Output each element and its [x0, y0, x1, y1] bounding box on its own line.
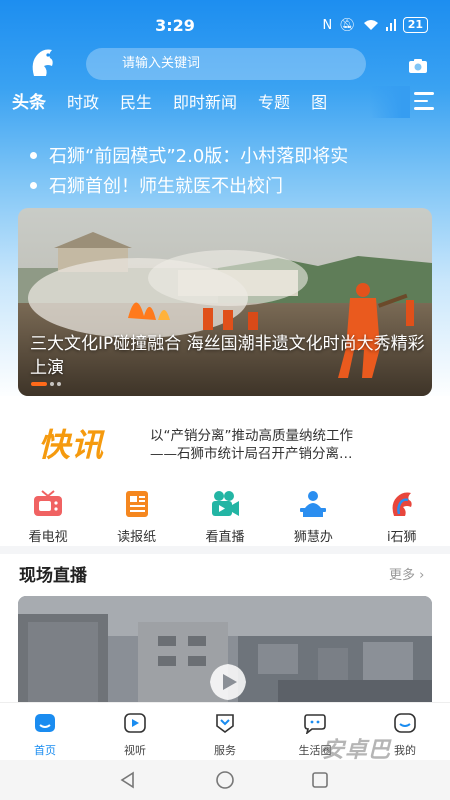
nav-label: 首页 [34, 744, 56, 757]
nav-home[interactable]: 首页 [0, 703, 90, 760]
more-link[interactable]: 更多 › [389, 564, 424, 583]
home-circle-icon[interactable] [215, 770, 235, 790]
section-divider [0, 546, 450, 554]
app-logo-icon[interactable] [26, 46, 60, 80]
category-tabs: 头条 时政 民生 即时新闻 专题 图 [12, 88, 348, 118]
quick-link-label: i石狮 [386, 530, 417, 545]
live-section-title: 现场直播 [19, 566, 87, 586]
nfc-icon: N [322, 17, 333, 33]
tab-pictures[interactable]: 图 [311, 88, 327, 118]
mute-icon: 🔕︎ [339, 17, 356, 33]
status-icons: N 🔕︎ 21 [322, 17, 428, 33]
tab-livelihood[interactable]: 民生 [120, 88, 152, 118]
tv-icon [34, 490, 63, 516]
tab-instant-news[interactable]: 即时新闻 [173, 88, 237, 118]
tabs-fade [370, 86, 410, 118]
status-bar: 3:29 N 🔕︎ 21 [0, 0, 450, 52]
quick-link-newspaper[interactable]: 读报纸 [97, 490, 177, 546]
headline-item[interactable]: 石狮首创！师生就医不出校门 [30, 172, 430, 198]
quick-link-tv[interactable]: 看电视 [8, 490, 88, 546]
carousel-indicator [31, 382, 61, 386]
tab-topics[interactable]: 专题 [258, 88, 290, 118]
quick-link-service[interactable]: 狮慧办 [273, 490, 353, 546]
quick-links: 看电视 读报纸 看直播 狮慧办 i石狮 [0, 490, 450, 546]
headline-text: 石狮首创！师生就医不出校门 [49, 176, 283, 197]
quick-link-label: 狮慧办 [293, 530, 333, 545]
video-icon [124, 713, 146, 733]
news-banner[interactable]: 三大文化IP碰撞融合 海丝国潮非遗文化时尚大秀精彩上演 [18, 208, 432, 396]
chevron-right-icon: › [419, 568, 425, 583]
flash-line: ——石狮市统计局召开产销分离… [150, 446, 353, 462]
live-stream-card[interactable] [18, 596, 432, 704]
menu-icon[interactable] [414, 92, 434, 110]
quick-link-label: 看直播 [205, 530, 245, 545]
quick-link-label: 读报纸 [117, 530, 157, 545]
signal-icon [385, 19, 396, 31]
flash-news-logo: 快讯 [38, 426, 105, 464]
home-icon [35, 714, 55, 732]
flash-news[interactable]: 快讯 以“产销分离”推动高质量纳统工作 ——石狮市统计局召开产销分离… [0, 396, 450, 484]
headline-text: 石狮“前园模式”2.0版：小村落即将实 [49, 146, 349, 167]
quick-link-live[interactable]: 看直播 [185, 490, 265, 546]
banner-caption: 三大文化IP碰撞融合 海丝国潮非遗文化时尚大秀精彩上演 [30, 334, 425, 378]
battery-icon: 21 [402, 17, 428, 33]
quick-link-label: 看电视 [28, 530, 68, 545]
nav-media[interactable]: 视听 [90, 703, 180, 760]
search-input[interactable]: 请输入关键词 [86, 48, 366, 80]
profile-icon [394, 713, 416, 733]
recents-icon[interactable] [310, 770, 330, 790]
status-time: 3:29 [155, 16, 195, 35]
flash-news-text: 以“产销分离”推动高质量纳统工作 ——石狮市统计局召开产销分离… [150, 427, 420, 463]
wifi-icon [363, 20, 378, 30]
newspaper-icon [125, 491, 148, 517]
tab-politics[interactable]: 时政 [67, 88, 99, 118]
flash-line: 以“产销分离”推动高质量纳统工作 [150, 428, 353, 444]
nav-label: 视听 [124, 744, 146, 757]
service-icon [216, 714, 234, 733]
lion-logo-icon [392, 492, 412, 516]
system-nav-bar [0, 760, 450, 800]
bullet-dot [30, 151, 37, 159]
nav-service[interactable]: 服务 [180, 703, 270, 760]
headline-item[interactable]: 石狮“前园模式”2.0版：小村落即将实 [30, 142, 430, 168]
bullet-dot [30, 181, 37, 189]
back-icon[interactable] [118, 770, 138, 790]
chat-icon [304, 714, 326, 736]
video-camera-icon [211, 491, 239, 516]
quick-link-i-shishi[interactable]: i石狮 [362, 490, 442, 546]
play-icon[interactable] [208, 662, 248, 702]
nav-label: 服务 [214, 744, 236, 757]
tab-headlines[interactable]: 头条 [12, 88, 46, 118]
camera-icon[interactable] [408, 58, 428, 74]
service-desk-icon [300, 491, 327, 517]
